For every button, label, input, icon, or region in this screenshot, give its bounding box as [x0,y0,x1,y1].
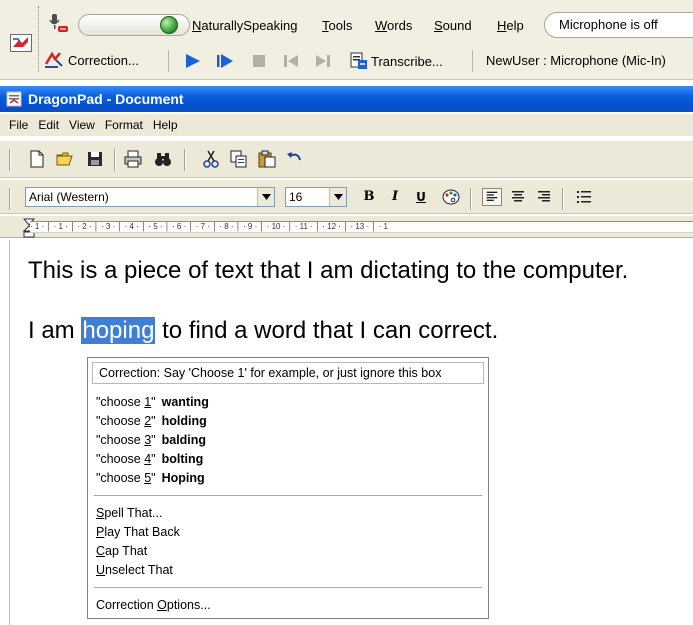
toolbar-separator [168,50,169,72]
menu-tools[interactable]: Tools [322,18,352,33]
choice-item[interactable]: "choose 5" Hoping [96,469,488,488]
save-icon[interactable] [86,150,104,168]
user-microphone-status[interactable]: NewUser : Microphone (Mic-In) [486,53,666,68]
unselect-that-item[interactable]: Unselect That [88,561,488,580]
paste-icon[interactable] [258,150,276,168]
toolbar-separator [472,50,473,72]
dragon-menu-row: NaturallySpeaking Tools Words Sound Help… [44,6,693,38]
microphone-icon[interactable] [48,12,70,34]
cap-that-item[interactable]: Cap That [88,542,488,561]
toolbar-separator [562,188,564,210]
toolbar-grip [9,149,11,171]
correction-menu-header: Correction: Say 'Choose 1' for example, … [92,362,484,384]
menu-help-app[interactable]: Help [153,118,178,132]
bullets-icon[interactable] [574,188,594,206]
font-name-select[interactable]: Arial (Western) [25,187,275,207]
skip-back-icon[interactable] [282,52,300,70]
dragonpad-app-icon [6,91,22,107]
play-icon[interactable] [184,52,202,70]
print-icon[interactable] [124,150,142,168]
menu-help[interactable]: Help [497,18,524,33]
find-binoculars-icon[interactable] [154,150,172,168]
transcribe-icon [350,52,367,69]
standard-toolbar [0,140,693,178]
menu-words[interactable]: Words [375,18,412,33]
menu-divider [94,587,482,588]
cut-scissors-icon[interactable] [202,150,220,168]
menu-naturallyspeaking[interactable]: NaturallySpeaking [192,18,298,33]
menu-divider [94,495,482,496]
skip-forward-icon[interactable] [314,52,332,70]
toolbar-separator [184,149,186,171]
document-line[interactable]: This is a piece of text that I am dictat… [28,257,628,285]
align-right-icon[interactable] [534,188,554,206]
microphone-status-field[interactable]: Microphone is off [544,12,693,38]
menu-sound[interactable]: Sound [434,18,472,33]
spell-that-item[interactable]: Spell That... [88,504,488,523]
transcribe-button[interactable]: Transcribe... [350,52,443,70]
stop-icon[interactable] [250,52,268,70]
menu-format[interactable]: Format [105,118,143,132]
dragon-logo-icon[interactable] [10,34,32,52]
new-document-icon[interactable] [28,150,46,168]
play-from-cursor-icon[interactable] [216,52,234,70]
ruler[interactable]: · 1 · │ · 1 · │ · 2 · │ · 3 · │ · 4 · │ … [0,216,693,238]
toolbar-separator [470,188,472,210]
format-toolbar: Arial (Western) 16 B I U [0,180,693,214]
choice-item[interactable]: "choose 2" holding [96,412,488,431]
align-center-icon[interactable] [508,188,528,206]
choice-item[interactable]: "choose 1" wanting [96,393,488,412]
toolbar-separator [114,149,116,171]
underline-button[interactable]: U [411,188,431,206]
status-light-icon [160,16,178,34]
menu-file[interactable]: File [9,118,28,132]
toolbar-grip[interactable] [38,6,41,72]
chevron-down-icon[interactable] [257,188,274,206]
menu-edit[interactable]: Edit [38,118,59,132]
correction-options-item[interactable]: Correction Options... [88,596,488,615]
correction-choices: "choose 1" wanting "choose 2" holding "cho… [88,384,488,488]
toolbar-grip [9,188,11,210]
ruler-scale: · 1 · │ · 1 · │ · 2 · │ · 3 · │ · 4 · │ … [30,221,693,233]
undo-icon[interactable] [286,150,304,168]
bold-button[interactable]: B [359,188,379,206]
window-title: DragonPad - Document [28,91,184,107]
chevron-down-icon[interactable] [329,188,346,206]
font-size-select[interactable]: 16 [285,187,347,207]
italic-button[interactable]: I [385,188,405,206]
align-left-icon[interactable] [482,188,502,206]
menu-view[interactable]: View [69,118,95,132]
choice-item[interactable]: "choose 4" bolting [96,450,488,469]
selected-word[interactable]: hoping [81,317,156,344]
play-that-back-item[interactable]: Play That Back [88,523,488,542]
window-titlebar[interactable]: DragonPad - Document [0,86,693,112]
dragon-command-row: Correction... Transcribe... NewUser : Mi… [44,44,693,76]
dragon-toolbar: NaturallySpeaking Tools Words Sound Help… [0,0,693,80]
copy-icon[interactable] [230,150,248,168]
document-line[interactable]: I am hoping to find a word that I can co… [28,317,498,345]
open-folder-icon[interactable] [56,150,74,168]
choice-item[interactable]: "choose 3" balding [96,431,488,450]
correction-button[interactable]: Correction... [44,48,139,72]
app-menubar: File Edit View Format Help [0,114,693,136]
correction-menu: Correction: Say 'Choose 1' for example, … [87,357,489,619]
color-palette-icon[interactable] [441,188,461,206]
correction-icon [44,51,63,68]
